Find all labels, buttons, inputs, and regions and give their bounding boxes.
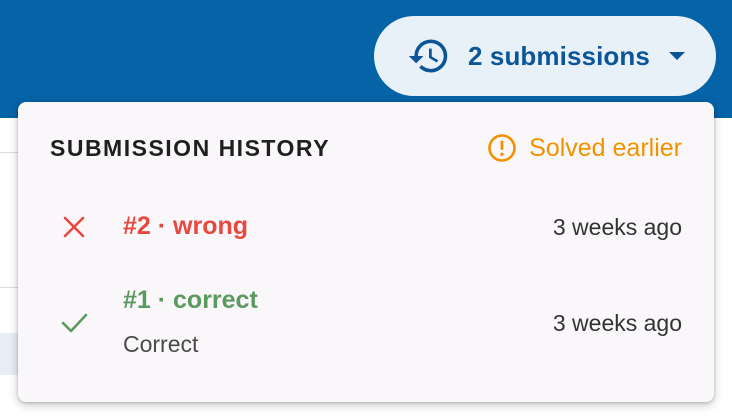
submission-time: 3 weeks ago <box>552 214 682 240</box>
check-icon <box>60 308 88 336</box>
solved-status: Solved earlier <box>487 133 682 163</box>
submission-title: #2 · wrong <box>123 212 249 240</box>
history-icon <box>407 34 451 78</box>
status-text: Solved earlier <box>529 133 682 162</box>
submission-history-panel: SUBMISSION HISTORY Solved earlier #2 · w… <box>18 102 714 402</box>
panel-title: SUBMISSION HISTORY <box>50 135 331 161</box>
close-icon <box>60 213 88 241</box>
background-divider <box>0 287 18 288</box>
submission-item-1[interactable]: #1 · correct Correct 3 weeks ago <box>18 278 714 368</box>
background-divider <box>0 152 18 153</box>
alert-circle-icon <box>487 133 517 163</box>
submission-subtitle: Correct <box>123 331 199 357</box>
submissions-count-label: 2 submissions <box>468 40 650 71</box>
submissions-dropdown-toggle[interactable]: 2 submissions <box>374 16 716 96</box>
caret-down-icon <box>668 51 686 61</box>
background-row-highlight <box>0 333 18 375</box>
submission-title: #1 · correct <box>123 286 258 314</box>
submission-time: 3 weeks ago <box>552 310 682 336</box>
submission-item-2[interactable]: #2 · wrong 3 weeks ago <box>18 202 714 252</box>
